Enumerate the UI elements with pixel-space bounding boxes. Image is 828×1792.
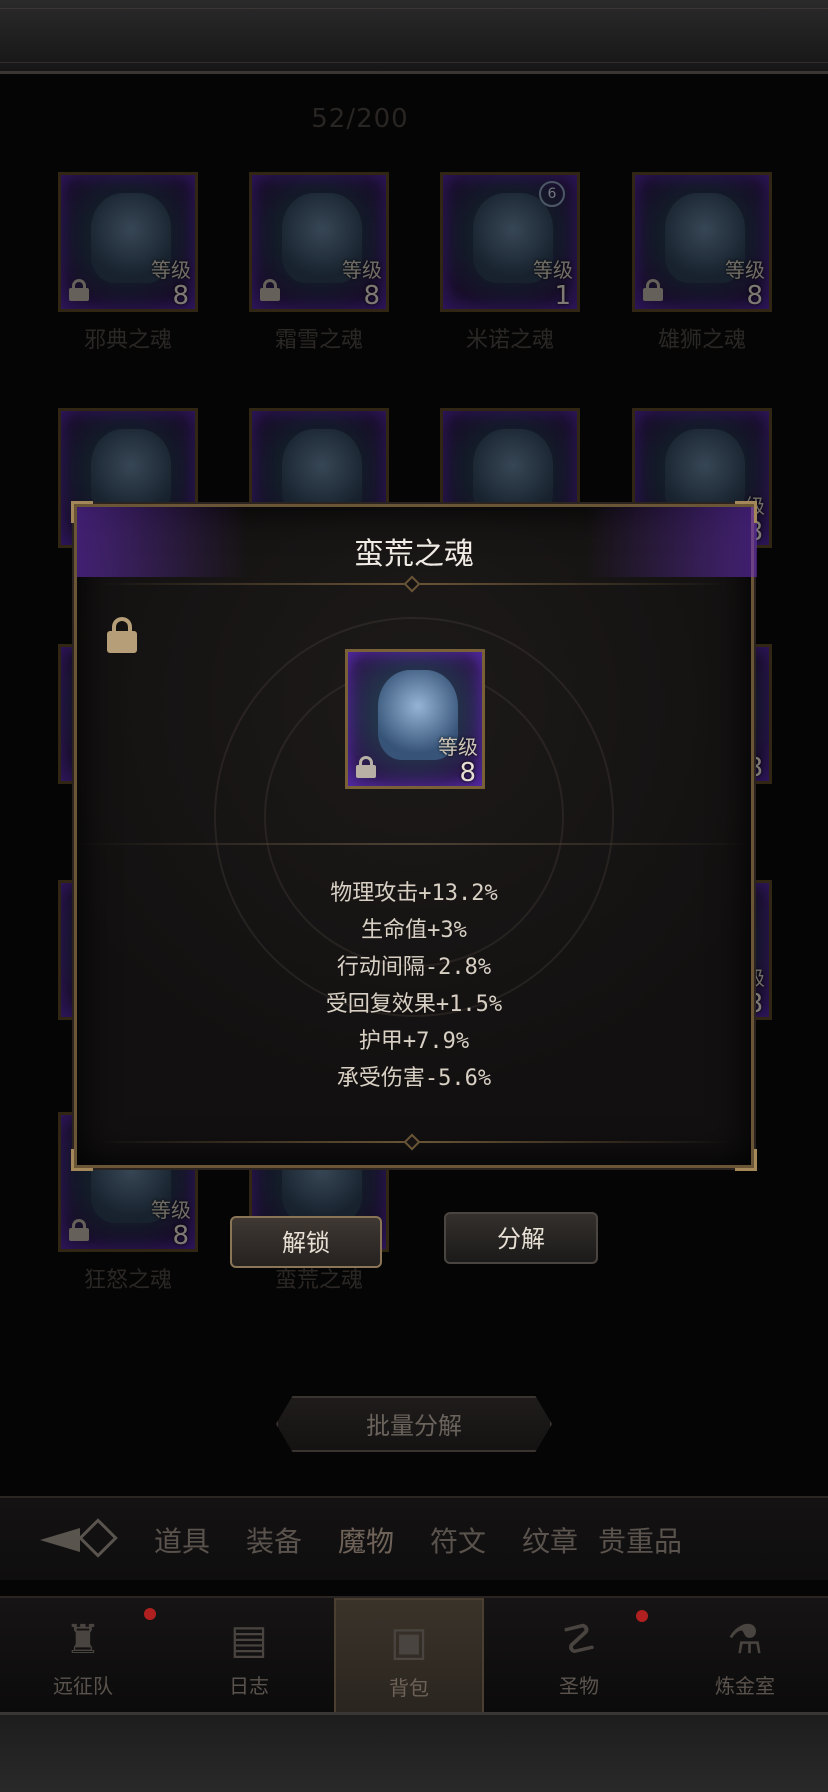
scroll-icon: ▤: [230, 1617, 268, 1663]
nav-alchemy[interactable]: ⚗ 炼金室: [670, 1598, 820, 1714]
nav-journal[interactable]: ▤ 日志: [174, 1598, 324, 1714]
modal-title: 蛮荒之魂: [354, 537, 474, 572]
tab-valuables[interactable]: 贵重品: [598, 1520, 682, 1560]
bottom-decorative-bar: [0, 1712, 828, 1792]
attribute-list: 物理攻击+13.2% 生命值+3% 行动间隔-2.8% 受回复效果+1.5% 护…: [77, 875, 751, 1097]
attribute-line: 行动间隔-2.8%: [336, 955, 492, 980]
modal-soul-icon: 等级 8: [345, 649, 485, 789]
level-label: 等级: [438, 735, 478, 759]
tab-items[interactable]: 道具: [154, 1520, 210, 1560]
corner-ornament: [71, 501, 93, 523]
notification-dot: [144, 1608, 156, 1620]
corner-ornament: [71, 1149, 93, 1171]
bottom-navigation: ♜ 远征队 ▤ 日志 ▣ 背包 ☡ 圣物 ⚗ 炼金室: [0, 1596, 828, 1714]
top-decorative-bar: [0, 0, 828, 74]
batch-decompose-button[interactable]: 批量分解: [276, 1396, 552, 1452]
soul-icon-frame: 等级 8: [345, 649, 485, 789]
nav-label: 日志: [229, 1674, 269, 1698]
tab-monsters[interactable]: 魔物: [338, 1520, 394, 1560]
attribute-line: 生命值+3%: [361, 918, 467, 943]
decompose-button[interactable]: 分解: [444, 1212, 598, 1264]
nav-label: 圣物: [559, 1674, 599, 1698]
attribute-line: 护甲+7.9%: [358, 1029, 470, 1054]
chalice-icon: ☡: [561, 1617, 597, 1663]
nav-relics[interactable]: ☡ 圣物: [504, 1598, 654, 1714]
unlock-button[interactable]: 解锁: [230, 1216, 382, 1268]
section-divider: [77, 843, 751, 845]
alchemy-icon: ⚗: [727, 1617, 763, 1663]
lock-icon: [356, 756, 376, 778]
tab-runes[interactable]: 符文: [430, 1520, 486, 1560]
nav-expedition[interactable]: ♜ 远征队: [8, 1598, 158, 1714]
level-value: 8: [459, 758, 476, 788]
back-arrow-icon[interactable]: [40, 1518, 120, 1560]
tab-emblems[interactable]: 纹章: [522, 1520, 578, 1560]
attribute-line: 受回复效果+1.5%: [325, 992, 503, 1017]
backpack-icon: ▣: [390, 1619, 428, 1665]
top-bar-ornament: [0, 8, 828, 63]
notification-dot: [636, 1610, 648, 1622]
soul-detail-modal: 蛮荒之魂 等级 8 物理攻击+13.2% 生命值+3% 行动间隔-2.8% 受回…: [71, 501, 757, 1171]
nav-backpack[interactable]: ▣ 背包: [334, 1598, 484, 1714]
corner-ornament: [735, 1149, 757, 1171]
title-divider: [97, 575, 731, 593]
attribute-line: 承受伤害-5.6%: [336, 1066, 492, 1091]
viking-helmet-icon: ♜: [65, 1617, 101, 1663]
bottom-divider: [97, 1133, 731, 1151]
lock-toggle-icon[interactable]: [107, 617, 137, 653]
attribute-line: 物理攻击+13.2%: [330, 881, 498, 906]
corner-ornament: [735, 501, 757, 523]
category-tabs: 道具 装备 魔物 符文 纹章 贵重品: [0, 1496, 828, 1580]
nav-label: 背包: [389, 1676, 429, 1700]
nav-label: 远征队: [53, 1674, 113, 1698]
nav-label: 炼金室: [715, 1674, 775, 1698]
tab-equipment[interactable]: 装备: [246, 1520, 302, 1560]
